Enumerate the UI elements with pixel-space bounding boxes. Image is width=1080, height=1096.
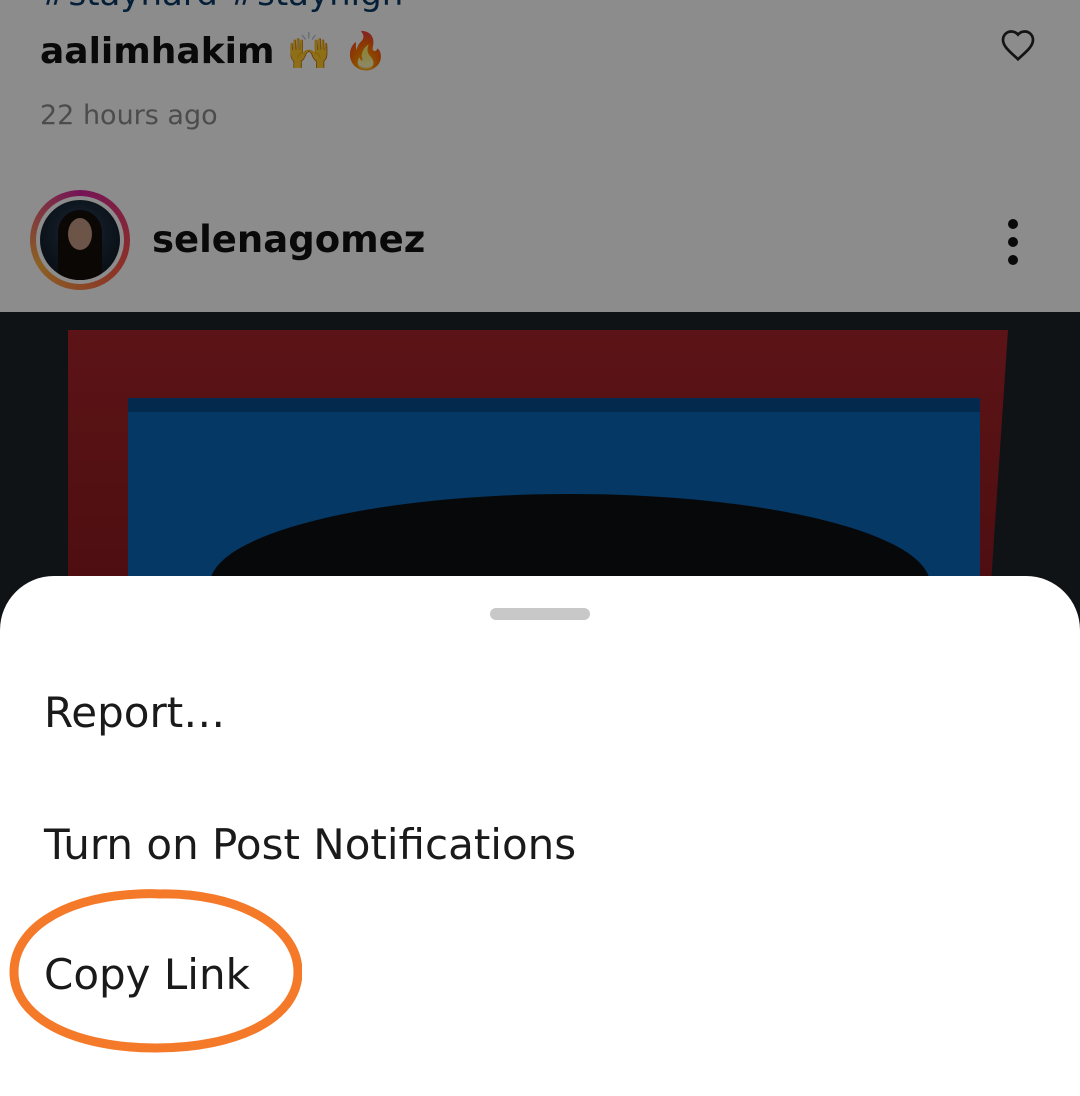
drag-handle[interactable] <box>490 608 590 620</box>
turn-on-post-notifications-option[interactable]: Turn on Post Notifications <box>44 820 576 869</box>
options-bottom-sheet: Report… Turn on Post Notifications Copy … <box>0 576 1080 1096</box>
report-option[interactable]: Report… <box>44 688 225 737</box>
copy-link-option[interactable]: Copy Link <box>44 950 250 999</box>
